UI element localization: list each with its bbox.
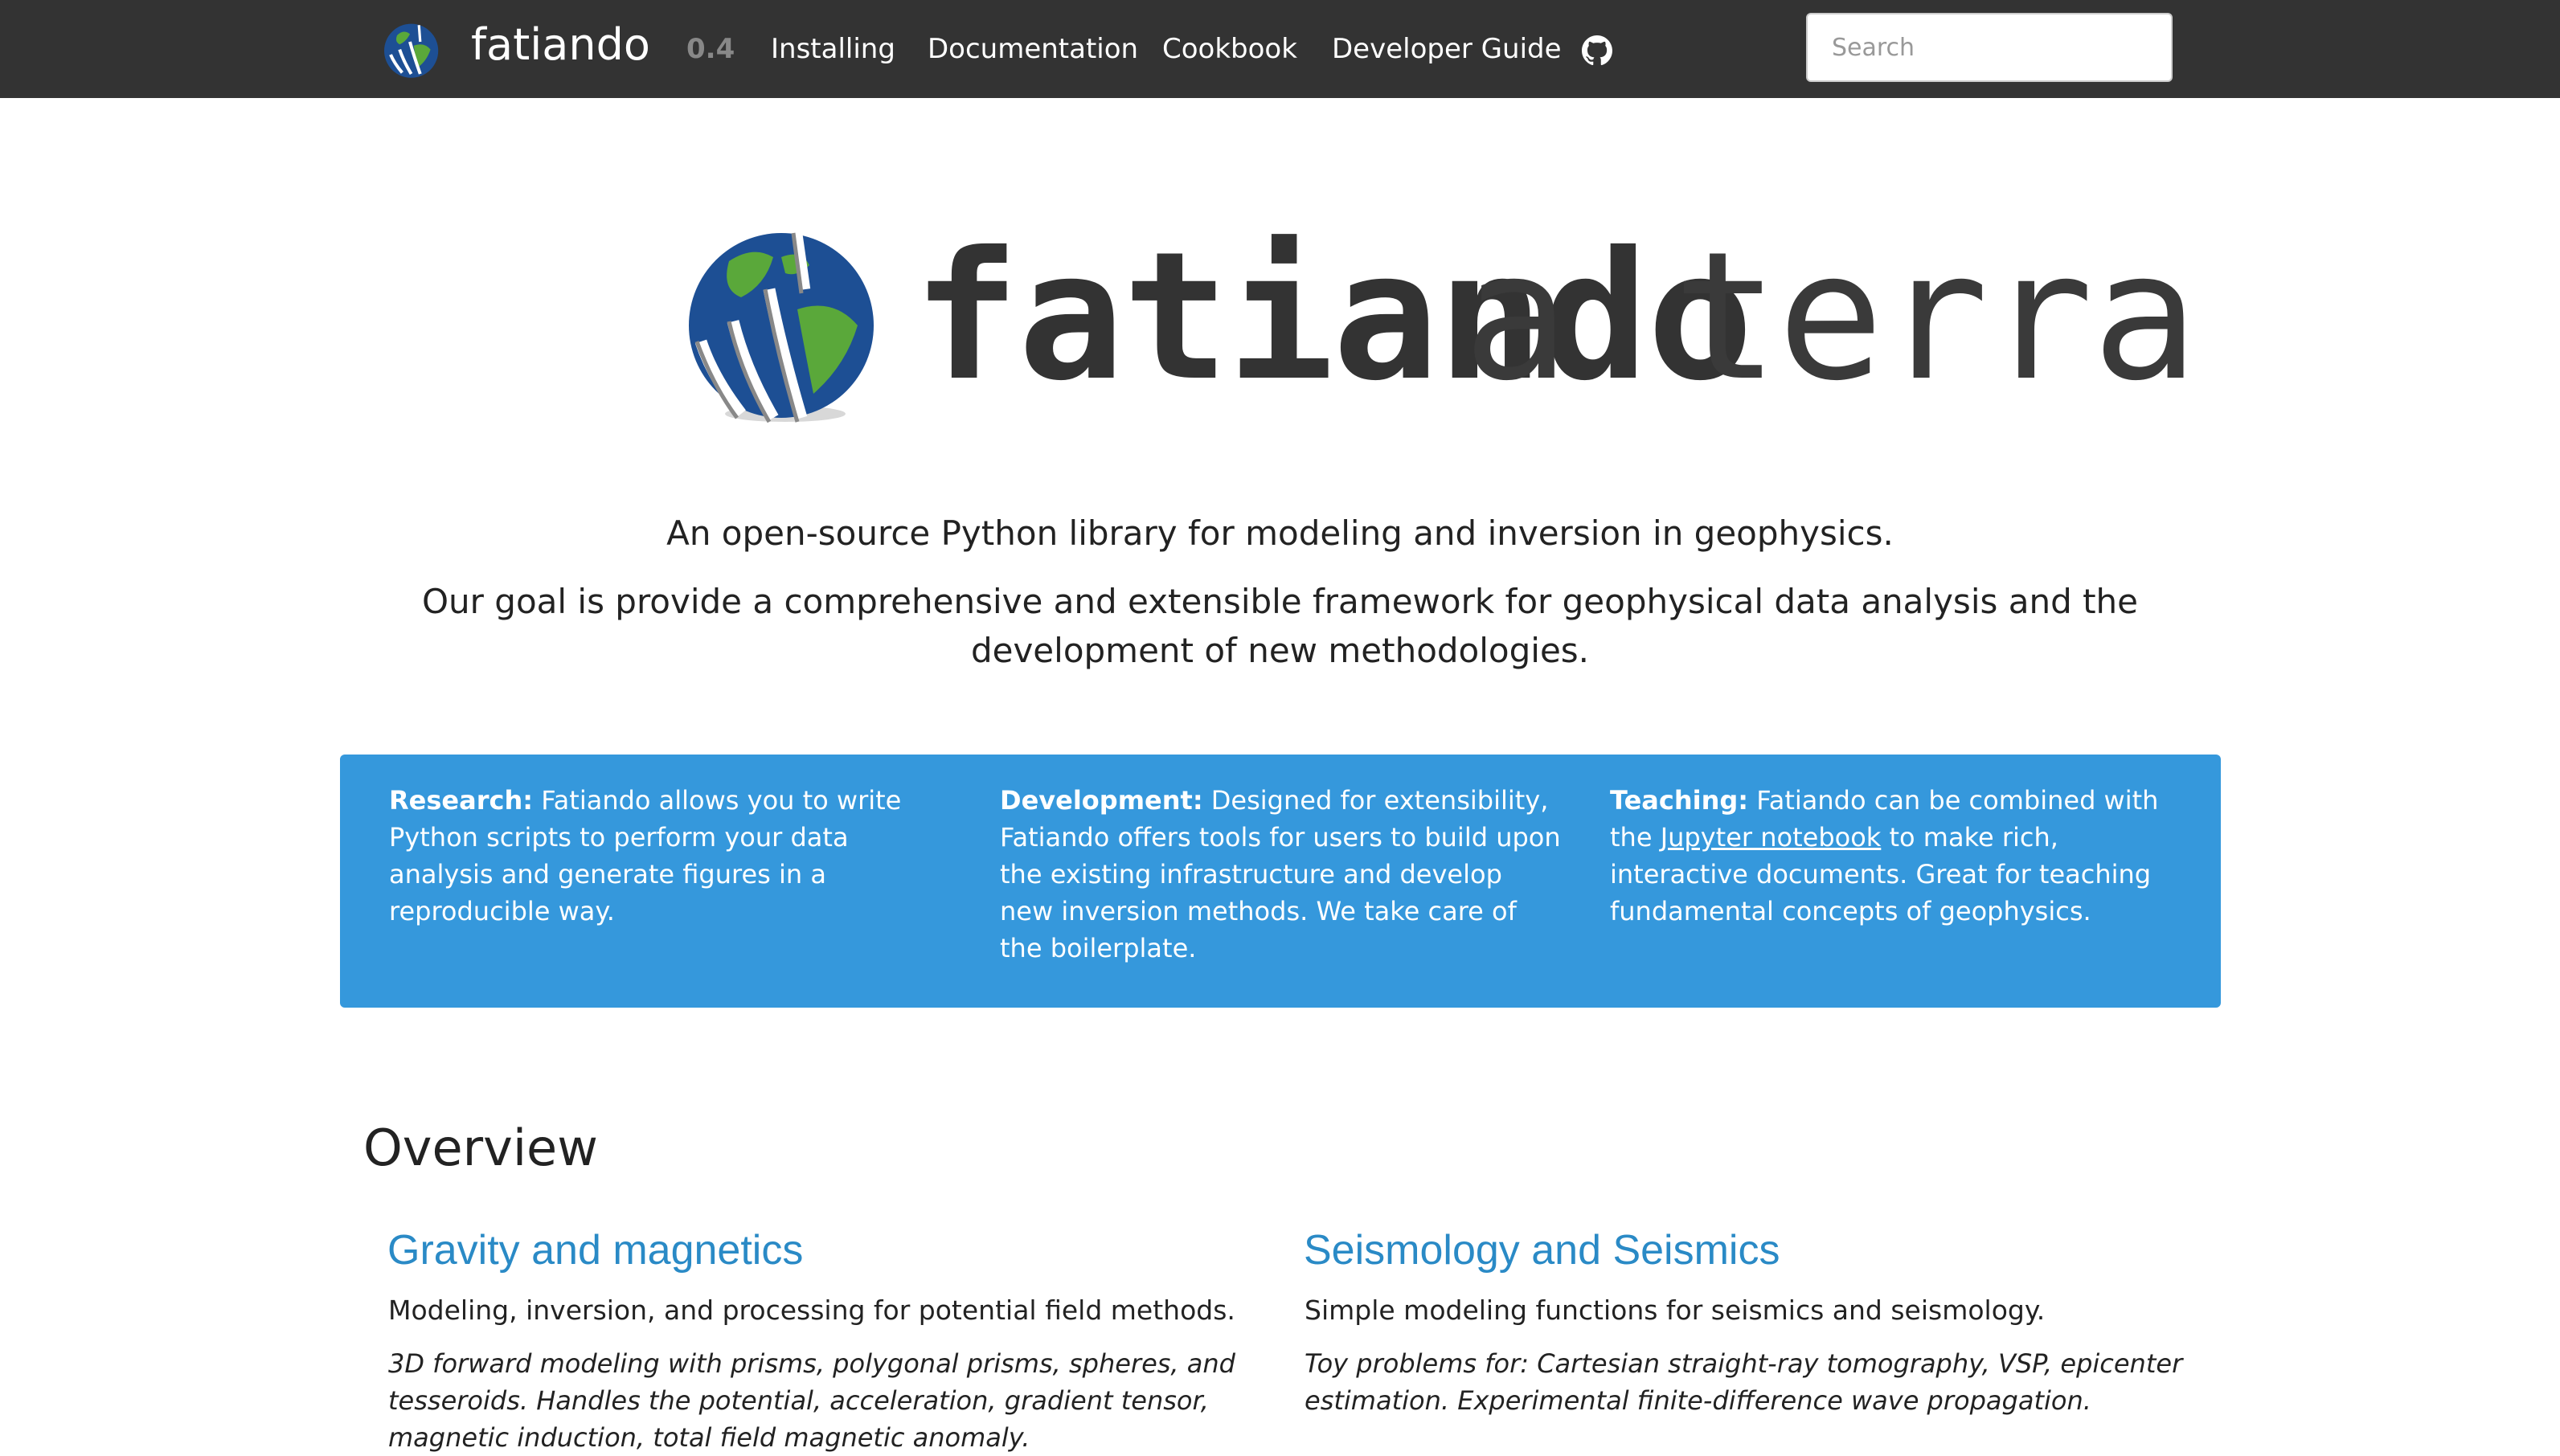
feature-label: Development: [1000, 785, 1203, 816]
seismology-seismics-detail: Toy problems for: Cartesian straight-ray… [1305, 1348, 2183, 1416]
overview-heading: Overview [363, 1119, 598, 1177]
nav-link-cookbook[interactable]: Cookbook [1162, 29, 1297, 69]
brand-name[interactable]: fatiando [471, 13, 650, 77]
jupyter-notebook-link[interactable]: Jupyter notebook [1661, 822, 1882, 853]
gravity-magnetics-link[interactable]: Gravity and magnetics [387, 1218, 803, 1282]
tagline: An open-source Python library for modeli… [666, 513, 1894, 553]
gravity-magnetics-detail: 3D forward modeling with prisms, polygon… [388, 1348, 1235, 1453]
logo-word-fatiando: fatiando [913, 214, 1754, 419]
gravity-magnetics-description: Modeling, inversion, and processing for … [388, 1294, 1235, 1326]
nav-link-installing[interactable]: Installing [771, 29, 895, 69]
top-navbar: fatiando 0.4 Installing Documentation Co… [0, 0, 2560, 98]
goal-statement: Our goal is provide a comprehensive and … [421, 582, 2139, 670]
seismology-seismics-description: Simple modeling functions for seismics a… [1305, 1294, 2046, 1326]
feature-label: Research: [389, 785, 534, 816]
nav-link-developer-guide[interactable]: Developer Guide [1332, 29, 1562, 69]
fatiando-globe-logo [689, 232, 874, 423]
seismology-seismics-link[interactable]: Seismology and Seismics [1304, 1218, 1780, 1282]
features-panel: Research: Fatiando allows you to write P… [340, 755, 2221, 1008]
feature-teaching: Teaching: Fatiando can be combined with … [1610, 782, 2173, 930]
nav-link-documentation[interactable]: Documentation [928, 29, 1138, 69]
feature-label: Teaching: [1610, 785, 1749, 816]
logo-word-a-terra: a terra [1463, 214, 2198, 419]
search-input[interactable] [1806, 13, 2173, 82]
version-badge: 0.4 [686, 33, 735, 65]
github-icon[interactable] [1582, 35, 1612, 66]
feature-development: Development: Designed for extensibility,… [1000, 782, 1563, 967]
fatiando-logo-icon[interactable] [376, 16, 444, 80]
feature-research: Research: Fatiando allows you to write P… [389, 782, 952, 930]
